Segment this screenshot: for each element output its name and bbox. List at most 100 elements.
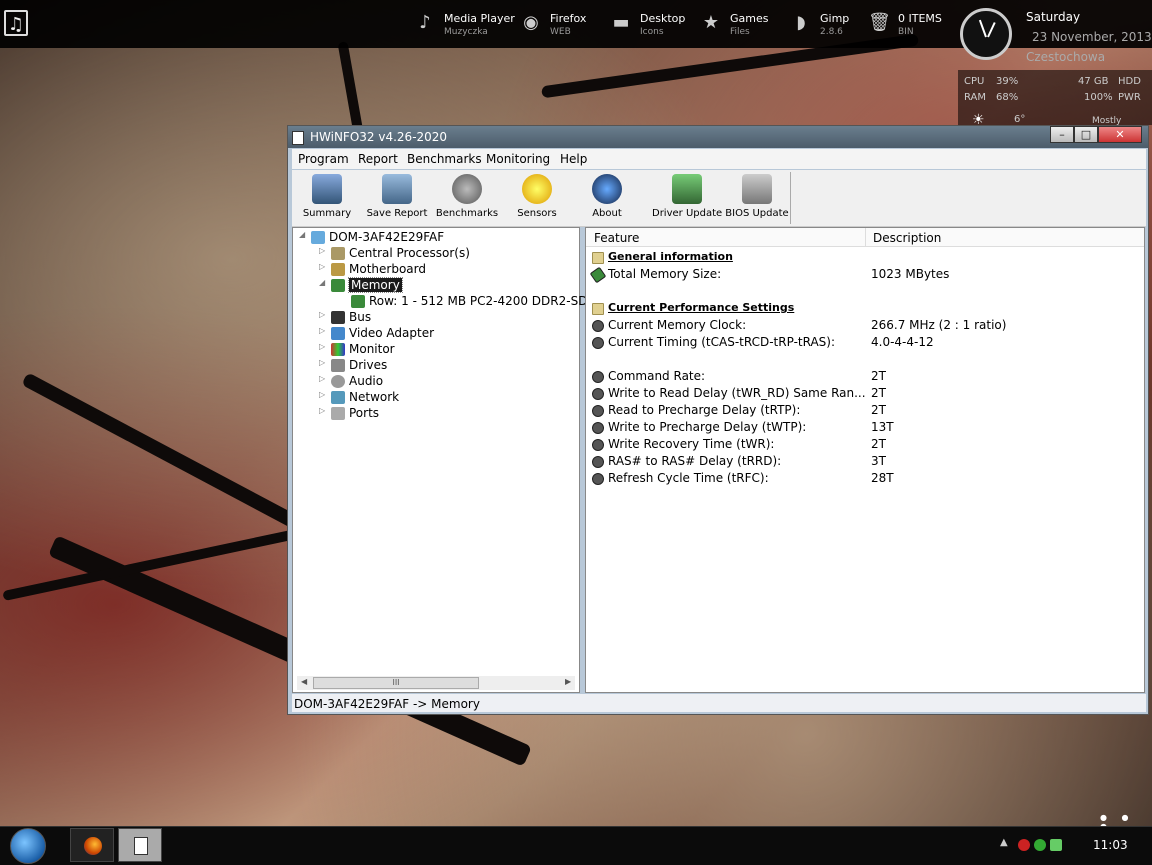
- tree-node-label: Audio: [349, 374, 384, 388]
- taskbar-hwinfo-button[interactable]: [118, 828, 162, 862]
- row-feature: Write Recovery Time (tWR):: [608, 437, 775, 451]
- clock-hand: [987, 22, 996, 38]
- collapse-arrow-icon[interactable]: ◢: [299, 230, 309, 239]
- hwinfo-app-icon: [134, 837, 148, 855]
- row-feature: Write to Precharge Delay (tWTP):: [608, 420, 807, 434]
- maximize-button[interactable]: □: [1074, 126, 1098, 143]
- row-feature: Current Memory Clock:: [608, 318, 747, 332]
- scroll-left-icon[interactable]: ◀: [301, 677, 307, 686]
- computer-icon: [311, 231, 325, 244]
- bios-update-button[interactable]: BIOS Update: [722, 174, 792, 224]
- check-tray-icon[interactable]: [1034, 839, 1046, 851]
- speaker-icon: [331, 375, 345, 388]
- circuit-card-icon: [672, 174, 702, 204]
- driver-update-button[interactable]: Driver Update: [652, 174, 722, 224]
- about-label: About: [592, 208, 622, 219]
- drive-icon: [331, 359, 345, 372]
- about-button[interactable]: About: [572, 174, 642, 224]
- taskbar-clock[interactable]: 11:03: [1093, 838, 1128, 852]
- column-description[interactable]: Description: [873, 231, 941, 245]
- section-title: General information: [608, 250, 733, 263]
- tree-node-label: Network: [349, 390, 400, 404]
- memory-icon: [331, 279, 345, 292]
- tree-horizontal-scrollbar[interactable]: ◀ III ▶: [297, 676, 575, 690]
- dock-subtitle: BIN: [898, 27, 914, 37]
- analog-clock: [960, 8, 1012, 60]
- menu-benchmarks[interactable]: Benchmarks: [407, 152, 482, 166]
- hdd-value: 47 GB: [1078, 76, 1109, 87]
- dock-title: Desktop: [640, 12, 686, 25]
- scroll-thumb[interactable]: III: [313, 677, 479, 689]
- firefox-icon: [84, 837, 102, 855]
- expand-arrow-icon[interactable]: ▷: [319, 246, 329, 255]
- save-report-button[interactable]: Save Report: [362, 174, 432, 224]
- taskbar-firefox-button[interactable]: [70, 828, 114, 862]
- pwr-label: PWR: [1118, 92, 1141, 103]
- benchmarks-button[interactable]: Benchmarks: [432, 174, 502, 224]
- row-feature: Refresh Cycle Time (tRFC):: [608, 471, 769, 485]
- date-full: 23 November, 2013: [1032, 30, 1152, 44]
- summary-button[interactable]: Summary: [292, 174, 362, 224]
- windows-start-icon[interactable]: [10, 828, 46, 864]
- row-feature: Write to Read Delay (tWR_RD) Same Ran...: [608, 386, 866, 400]
- window-titlebar[interactable]: HWiNFO32 v4.26-2020 – □ ✕: [288, 126, 1148, 148]
- expand-arrow-icon[interactable]: ▷: [319, 326, 329, 335]
- floppy-disk-icon: [382, 174, 412, 204]
- section-icon: [592, 303, 604, 315]
- detail-header: Feature Description: [586, 228, 1144, 247]
- row-feature: Total Memory Size:: [608, 267, 722, 281]
- expand-arrow-icon[interactable]: ▷: [319, 406, 329, 415]
- expand-arrow-icon[interactable]: ▷: [319, 342, 329, 351]
- tree-node-label: Ports: [349, 406, 380, 420]
- weather-temp: 6°: [1014, 114, 1026, 125]
- row-value: 3T: [871, 454, 886, 468]
- menu-program[interactable]: Program: [298, 152, 349, 166]
- cpu-value: 39%: [996, 76, 1019, 87]
- expand-arrow-icon[interactable]: ▷: [319, 310, 329, 319]
- music-note-icon: ♪: [419, 12, 431, 33]
- menu-monitoring[interactable]: Monitoring: [486, 152, 550, 166]
- dock-title: Games: [730, 12, 769, 25]
- ram-value: 68%: [996, 92, 1019, 103]
- network-icon: [331, 391, 345, 404]
- trash-icon: 🗑: [868, 12, 891, 33]
- network-tray-icon[interactable]: [1050, 839, 1062, 851]
- menu-help[interactable]: Help: [560, 152, 587, 166]
- scroll-right-icon[interactable]: ▶: [565, 677, 571, 686]
- benchmarks-label: Benchmarks: [435, 208, 499, 219]
- gimp-icon: ◗: [796, 12, 806, 33]
- tree-node-label: Monitor: [349, 342, 395, 356]
- detail-pane: Feature Description General information …: [585, 227, 1145, 693]
- bios-update-label: BIOS Update: [725, 208, 789, 219]
- date-city: Czestochowa: [1026, 50, 1106, 64]
- video-adapter-icon: [331, 327, 345, 340]
- dock-title: Gimp: [820, 12, 850, 25]
- expand-arrow-icon[interactable]: ▷: [319, 358, 329, 367]
- info-icon: [592, 174, 622, 204]
- gauge-icon: [592, 422, 604, 434]
- expand-arrow-icon[interactable]: ▷: [319, 374, 329, 383]
- music-note-icon[interactable]: ♫: [4, 10, 28, 36]
- hwinfo-app-icon: [292, 131, 304, 145]
- close-button[interactable]: ✕: [1098, 126, 1142, 143]
- row-value: 2T: [871, 403, 886, 417]
- tree-node-label: Motherboard: [349, 262, 426, 276]
- gauge-icon: [592, 473, 604, 485]
- security-tray-icon[interactable]: [1018, 839, 1030, 851]
- star-icon: ★: [702, 12, 720, 33]
- expand-arrow-icon[interactable]: ▷: [319, 390, 329, 399]
- sensors-button[interactable]: Sensors: [502, 174, 572, 224]
- motherboard-icon: [331, 263, 345, 276]
- tray-expand-icon[interactable]: ▲: [1000, 837, 1008, 848]
- row-feature: Current Timing (tCAS-tRCD-tRP-tRAS):: [608, 335, 836, 349]
- column-feature[interactable]: Feature: [594, 231, 639, 245]
- menu-report[interactable]: Report: [358, 152, 398, 166]
- expand-arrow-icon[interactable]: ▷: [319, 262, 329, 271]
- dock-subtitle: 2.8.6: [820, 27, 843, 37]
- collapse-arrow-icon[interactable]: ◢: [319, 278, 329, 287]
- column-divider[interactable]: [865, 228, 866, 246]
- minimize-button[interactable]: –: [1050, 126, 1074, 143]
- tree-node-label: Bus: [349, 310, 372, 324]
- sensors-label: Sensors: [517, 208, 557, 219]
- folder-icon: ▬: [612, 12, 630, 33]
